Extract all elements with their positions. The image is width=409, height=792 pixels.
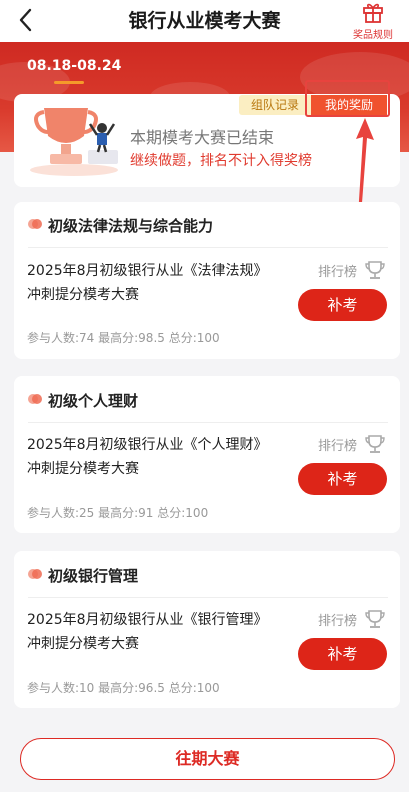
category-title: 初级银行管理 bbox=[48, 567, 139, 585]
category-dot-icon bbox=[28, 569, 42, 579]
makeup-exam-button[interactable]: 补考 bbox=[298, 638, 387, 670]
category-dot-icon bbox=[28, 394, 42, 404]
trophy-icon[interactable] bbox=[364, 433, 386, 455]
trophy-icon[interactable] bbox=[364, 259, 386, 281]
past-contests-button[interactable]: 往期大赛 bbox=[20, 738, 395, 780]
trophy-icon[interactable] bbox=[364, 608, 386, 630]
category-dot-icon bbox=[28, 219, 42, 229]
contest-ended-title: 本期模考大赛已结束 bbox=[130, 128, 275, 147]
category-title: 初级个人理财 bbox=[48, 392, 139, 410]
contest-ended-subtitle: 继续做题，排名不计入得奖榜 bbox=[130, 153, 312, 169]
exam-title[interactable]: 2025年8月初级银行从业《个人理财》 冲刺提分模考大赛 bbox=[27, 433, 297, 481]
prize-rules-label: 奖品规则 bbox=[353, 30, 393, 41]
exam-stats: 参与人数:10 最高分:96.5 总分:100 bbox=[27, 681, 220, 695]
exam-title[interactable]: 2025年8月初级银行从业《银行管理》 冲刺提分模考大赛 bbox=[27, 608, 297, 656]
team-record-button[interactable]: 组队记录 bbox=[239, 95, 311, 115]
category-title: 初级法律法规与综合能力 bbox=[48, 217, 214, 235]
exam-title[interactable]: 2025年8月初级银行从业《法律法规》 冲刺提分模考大赛 bbox=[27, 259, 297, 307]
divider bbox=[28, 597, 388, 598]
exam-stats: 参与人数:74 最高分:98.5 总分:100 bbox=[27, 331, 220, 345]
top-bar: 银行从业模考大赛 奖品规则 bbox=[0, 0, 409, 42]
trophy-illustration-icon bbox=[30, 108, 118, 176]
active-tab-indicator bbox=[54, 81, 84, 84]
leaderboard-link[interactable]: 排行榜 bbox=[318, 261, 357, 280]
divider bbox=[28, 247, 388, 248]
makeup-exam-button[interactable]: 补考 bbox=[298, 463, 387, 495]
period-tab[interactable]: 08.18-08.24 bbox=[27, 58, 121, 74]
gift-icon bbox=[363, 3, 383, 23]
makeup-exam-button[interactable]: 补考 bbox=[298, 289, 387, 321]
highlight-box bbox=[305, 80, 390, 117]
leaderboard-link[interactable]: 排行榜 bbox=[318, 610, 357, 629]
divider bbox=[28, 422, 388, 423]
prize-rules-button[interactable]: 奖品规则 bbox=[347, 0, 399, 41]
exam-stats: 参与人数:25 最高分:91 总分:100 bbox=[27, 506, 209, 520]
leaderboard-link[interactable]: 排行榜 bbox=[318, 435, 357, 454]
